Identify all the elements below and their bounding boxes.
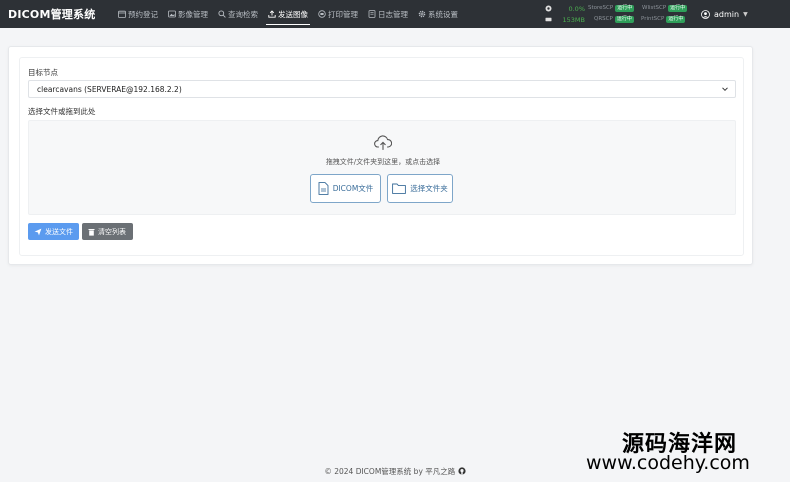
username: admin	[714, 9, 740, 19]
memory-stat: 153MB	[545, 14, 585, 25]
service-name: WlistSCP	[642, 5, 667, 11]
service-wlistscp: WlistSCP 运行中	[642, 3, 688, 13]
service-storescp: StoreSCP 运行中	[588, 3, 635, 13]
send-icon	[34, 228, 42, 235]
nav-label: 查询检索	[228, 9, 258, 19]
image-icon	[168, 10, 176, 18]
file-dropzone[interactable]: 拖拽文件/文件夹到这里，或点击选择 DICOM文件 选择文件夹	[28, 120, 736, 215]
file-icon	[318, 182, 329, 195]
dicom-file-button[interactable]: DICOM文件	[310, 174, 381, 203]
select-folder-label: 选择文件夹	[410, 184, 448, 193]
app-title[interactable]: DICOM管理系统	[8, 6, 112, 22]
nav-item-images[interactable]: 影像管理	[164, 0, 212, 28]
status-badge: 运行中	[615, 4, 635, 12]
system-stats: 0.0% 153MB	[545, 3, 585, 25]
status-badge: 运行中	[668, 4, 688, 12]
nav-item-search[interactable]: 查询检索	[214, 0, 262, 28]
send-files-label: 发送文件	[45, 227, 73, 236]
nav-label: 发送图像	[278, 9, 308, 19]
cpu-value: 0.0%	[568, 4, 585, 13]
nav-label: 日志管理	[378, 9, 408, 19]
target-node-select[interactable]: clearcavans (SERVERAE@192.168.2.2)	[28, 80, 736, 98]
service-name: PrintSCP	[641, 16, 665, 22]
cpu-stat: 0.0%	[545, 3, 585, 14]
nav-label: 预约登记	[128, 9, 158, 19]
send-files-button[interactable]: 发送文件	[28, 223, 79, 240]
select-folder-button[interactable]: 选择文件夹	[387, 174, 453, 203]
folder-icon	[392, 183, 407, 194]
nav-label: 打印管理	[328, 9, 358, 19]
service-printscp: PrintSCP 运行中	[641, 14, 686, 24]
print-icon	[318, 10, 326, 18]
send-images-card: 目标节点 clearcavans (SERVERAE@192.168.2.2) …	[8, 46, 753, 265]
top-navbar: DICOM管理系统 预约登记 影像管理 查询检索 发送图像 打印管理 日志管理 …	[0, 0, 790, 28]
nav-label: 影像管理	[178, 9, 208, 19]
nav-item-settings[interactable]: 系统设置	[414, 0, 462, 28]
target-node-value: clearcavans (SERVERAE@192.168.2.2)	[37, 84, 182, 94]
service-qrscp: QRSCP 运行中	[594, 14, 634, 24]
nav-item-log[interactable]: 日志管理	[364, 0, 412, 28]
chevron-down-icon: ▼	[743, 10, 748, 18]
log-icon	[368, 10, 376, 18]
service-name: QRSCP	[594, 16, 613, 22]
gear-icon	[418, 10, 426, 18]
send-form: 目标节点 clearcavans (SERVERAE@192.168.2.2) …	[19, 57, 744, 256]
file-select-label: 选择文件或拖到此处	[28, 107, 96, 116]
target-node-label: 目标节点	[28, 68, 58, 77]
dicom-file-label: DICOM文件	[332, 184, 374, 193]
nav-item-send[interactable]: 发送图像	[264, 0, 312, 28]
nav-label: 系统设置	[428, 9, 458, 19]
status-badge: 运行中	[666, 15, 686, 23]
github-icon[interactable]	[458, 467, 466, 475]
search-icon	[218, 10, 226, 18]
user-menu[interactable]: admin ▼	[701, 0, 748, 28]
memory-value: 153MB	[562, 15, 585, 24]
clear-list-label: 清空列表	[98, 227, 126, 236]
footer-text: © 2024 DICOM管理系统 by 平凡之路	[324, 467, 456, 476]
nav-item-appointment[interactable]: 预约登记	[114, 0, 162, 28]
watermark-url: www.codehy.com	[586, 452, 750, 474]
user-icon	[701, 9, 710, 19]
clear-list-button[interactable]: 清空列表	[82, 223, 133, 240]
chevron-down-icon	[722, 87, 728, 92]
upload-icon	[268, 10, 276, 18]
status-badge: 运行中	[614, 15, 634, 23]
nav-item-print[interactable]: 打印管理	[314, 0, 362, 28]
main-nav: 预约登记 影像管理 查询检索 发送图像 打印管理 日志管理 系统设置	[114, 0, 464, 28]
cpu-icon	[545, 5, 552, 12]
dropzone-hint: 拖拽文件/文件夹到这里，或点击选择	[325, 158, 441, 166]
trash-icon	[88, 228, 95, 236]
service-name: StoreSCP	[588, 5, 614, 11]
cloud-upload-icon	[374, 135, 392, 151]
calendar-icon	[118, 10, 126, 18]
memory-icon	[545, 17, 552, 22]
